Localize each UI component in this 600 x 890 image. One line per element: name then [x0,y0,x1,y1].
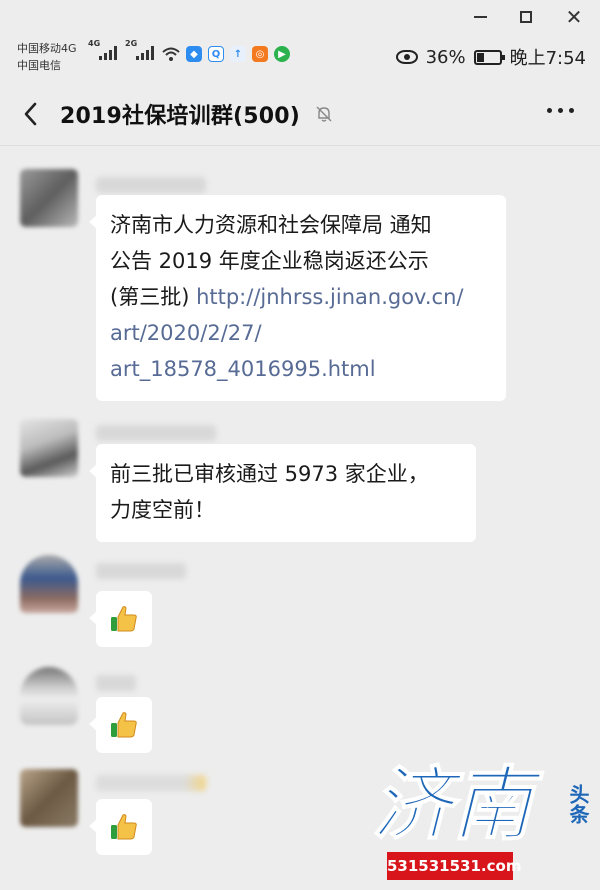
window-titlebar: ✕ [0,0,600,34]
maximize-icon [520,11,532,23]
sender-name-blurred [96,563,186,579]
message-bubble[interactable] [89,799,152,855]
signal-icon [99,46,117,60]
battery-level [476,52,485,62]
more-dots-icon[interactable] [547,108,574,113]
back-arrow-icon[interactable] [18,100,46,128]
message-prefix: (第三批) [110,285,197,309]
sender-name-blurred [96,675,136,691]
message-line: 力度空前！ [110,498,215,522]
avatar[interactable] [20,555,78,613]
sender-name-blurred [96,177,206,193]
avatar[interactable] [20,169,78,227]
thumbs-up-icon [111,606,137,632]
message-line: 前三批已审核通过 5973 家企业， [110,462,429,486]
avatar[interactable] [20,667,78,725]
bell-muted-icon [316,106,332,122]
status-bar: 中国移动4G 中国电信 4G 2G ◆ Q ↑ ◎ ▶ 36% 晚上7:54 [0,34,600,82]
notification-icons: ◆ Q ↑ ◎ ▶ [162,46,290,62]
sender-name-blurred [96,775,206,791]
carrier-info: 中国移动4G 中国电信 [17,40,77,74]
maximize-button[interactable] [512,4,540,30]
message-link[interactable]: http://jnhrss.jinan.gov.cn/ [196,285,463,309]
clock: 晚上7:54 [509,48,586,69]
thumbs-up-icon [111,712,137,738]
message-link[interactable]: art/2020/2/27/ [110,315,492,351]
avatar[interactable] [20,769,78,827]
svg-text:济南: 济南 [372,757,544,846]
shield-app-icon: ◆ [186,46,202,62]
message-bubble[interactable] [89,697,152,753]
video-icon: ▶ [274,46,290,62]
minimize-icon [473,16,487,18]
thumbs-up-icon [111,814,137,840]
qq-icon: Q [208,46,224,62]
message-line: 济南市人力资源和社会保障局 通知 [110,213,432,237]
avatar[interactable] [20,419,78,477]
message-line: (第三批) http://jnhrss.jinan.gov.cn/ [110,279,492,315]
close-button[interactable]: ✕ [560,4,588,30]
message-line: 公告 2019 年度企业稳岗返还公示 [110,249,429,273]
page-title: 2019社保培训群(500) [60,104,301,129]
carrier-2: 中国电信 [17,59,61,72]
status-right: 36% 晚上7:54 [395,44,586,70]
carrier-1: 中国移动4G [17,42,77,55]
wifi-icon [162,47,180,61]
watermark-side-text: 头条 [566,784,590,824]
battery-icon [473,49,505,65]
close-icon: ✕ [565,5,583,29]
sender-name-blurred [96,425,216,441]
watermark-site: 531531531.com [387,852,521,880]
app-icon: ◎ [252,46,268,62]
minimize-button[interactable] [466,4,494,30]
message-link[interactable]: art_18578_4016995.html [110,351,492,387]
message-bubble[interactable]: 济南市人力资源和社会保障局 通知 公告 2019 年度企业稳岗返还公示 (第三批… [89,195,506,401]
message-bubble[interactable]: 前三批已审核通过 5973 家企业， 力度空前！ [89,444,476,542]
jinan-logo: 济南 [371,756,544,846]
chat-header: 2019社保培训群(500) [0,82,600,146]
message-bubble[interactable] [89,591,152,647]
signal-icon-2 [136,46,154,60]
upload-icon: ↑ [230,46,246,62]
battery-percent: 36% [425,46,466,68]
eye-icon [395,50,418,64]
